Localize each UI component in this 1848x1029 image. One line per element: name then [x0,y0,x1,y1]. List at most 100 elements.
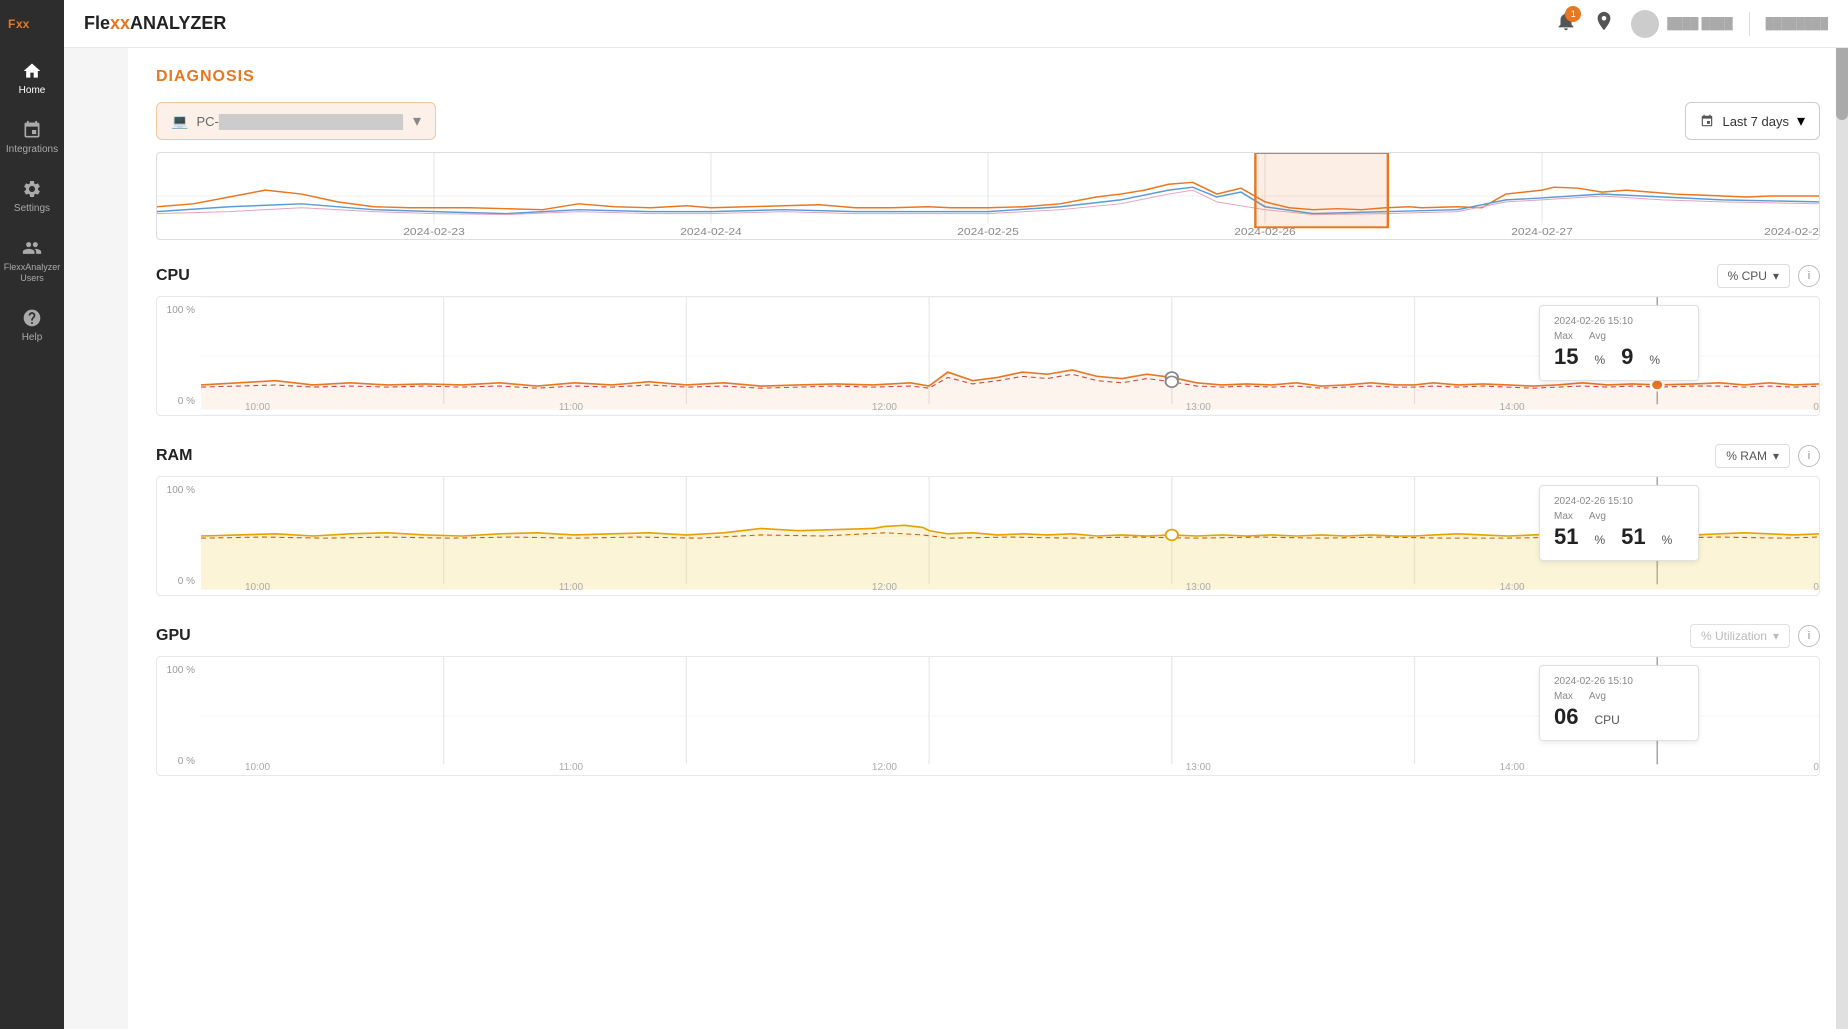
gpu-metric-selector[interactable]: % Utilization ▾ [1690,624,1790,648]
svg-text:2024-02-26: 2024-02-26 [1234,227,1296,238]
ram-metric-chevron: ▾ [1773,449,1779,463]
cpu-tooltip-max-val: 15 [1554,344,1578,370]
gpu-chart-title: GPU [156,627,191,645]
cpu-y-min: 0 % [163,396,195,407]
sidebar-logo-area: F xx [0,0,64,49]
sidebar-label-settings: Settings [14,203,50,214]
ram-marker [1166,530,1178,541]
gpu-info-button[interactable]: i [1798,625,1820,647]
cpu-time-4: 14:00 [1500,402,1525,413]
cpu-y-max: 100 % [163,305,195,316]
overview-chart[interactable]: 2024-02-23 2024-02-24 2024-02-25 2024-02… [156,152,1820,240]
gpu-time-3: 13:00 [1186,762,1211,773]
ram-tooltip-avg-unit: % [1662,533,1673,547]
ram-y-axis: 100 % 0 % [157,477,201,595]
main-content: DIAGNOSIS 💻 PC-████████████████████ ▾ La… [128,48,1848,1029]
gpu-tooltip-max-unit: CPU [1594,713,1619,727]
cpu-end-dot [1651,380,1663,391]
cpu-time-5: 0 [1813,402,1819,413]
gpu-y-max: 100 % [163,665,195,676]
gpu-tooltip-avg-label: Avg [1589,691,1606,702]
cpu-chart-section: CPU % CPU ▾ i 100 % 0 % [156,264,1820,416]
cpu-tooltip-avg-label: Avg [1589,331,1606,342]
ram-time-2: 12:00 [872,582,897,593]
cpu-plot: 10:00 11:00 12:00 13:00 14:00 0 2024-02-… [201,297,1819,415]
svg-text:2024-02-27: 2024-02-27 [1511,227,1573,238]
topnav-left: FlexxANALYZER [84,13,226,34]
ram-tooltip-max-unit: % [1594,533,1605,547]
cpu-metric-selector[interactable]: % CPU ▾ [1717,264,1790,288]
ram-tooltip-avg-val: 51 [1621,524,1645,550]
overview-selection [1255,153,1387,227]
ram-chart-header: RAM % RAM ▾ i [156,444,1820,468]
sidebar-label-users: FlexxAnalyzer Users [0,262,64,284]
calendar-icon [1700,114,1714,128]
date-range-label: Last 7 days [1722,114,1789,129]
gpu-tooltip: 2024-02-26 15:10 Max Avg 06 CPU [1539,665,1699,741]
sidebar-label-help: Help [22,332,43,343]
nav-extra-link[interactable]: ████████ [1766,18,1828,30]
svg-text:2024-02-24: 2024-02-24 [680,227,742,238]
date-range-selector[interactable]: Last 7 days ▾ [1685,102,1820,140]
cpu-metric-chevron: ▾ [1773,269,1779,283]
gpu-chart-area: 100 % 0 % 10:00 11:00 1 [156,656,1820,776]
cpu-tooltip-avg-val: 9 [1621,344,1633,370]
svg-text:xx: xx [16,17,30,31]
ram-metric-selector[interactable]: % RAM ▾ [1715,444,1790,468]
cpu-chart-title: CPU [156,267,190,285]
ram-chart-title: RAM [156,447,192,465]
nav-divider [1749,12,1750,36]
cpu-info-button[interactable]: i [1798,265,1820,287]
svg-text:2024-02-23: 2024-02-23 [403,227,465,238]
cpu-time-1: 11:00 [559,402,583,413]
page-title: DIAGNOSIS [156,68,1820,86]
gpu-tooltip-max-label: Max [1554,691,1573,702]
sidebar-item-settings[interactable]: Settings [0,167,64,226]
gpu-metric-label: % Utilization [1701,629,1767,643]
sidebar-item-help[interactable]: Help [0,296,64,355]
ram-time-1: 11:00 [559,582,583,593]
sidebar: F xx Home Integrations Settings FlexxAna… [0,0,64,1029]
sidebar-label-integrations: Integrations [6,144,58,155]
device-selector[interactable]: 💻 PC-████████████████████ ▾ [156,102,436,140]
gpu-time-4: 14:00 [1500,762,1525,773]
notification-bell[interactable]: 1 [1555,10,1577,37]
ram-tooltip-max-val: 51 [1554,524,1578,550]
ram-chart-area: 100 % 0 % [156,476,1820,596]
ram-info-button[interactable]: i [1798,445,1820,467]
ram-y-max: 100 % [163,485,195,496]
gpu-tooltip-date: 2024-02-26 15:10 [1554,676,1684,687]
cpu-time-3: 13:00 [1186,402,1211,413]
app-logo: FlexxANALYZER [84,13,226,34]
gpu-tooltip-max-val: 06 [1554,704,1578,730]
device-icon: 💻 [171,113,188,130]
gpu-y-axis: 100 % 0 % [157,657,201,775]
gpu-chart-header: GPU % Utilization ▾ i [156,624,1820,648]
sidebar-item-home[interactable]: Home [0,49,64,108]
cpu-tooltip-date: 2024-02-26 15:10 [1554,316,1684,327]
gpu-chart-section: GPU % Utilization ▾ i 100 % 0 % [156,624,1820,776]
ram-tooltip: 2024-02-26 15:10 Max Avg 51 % 51 % [1539,485,1699,561]
cpu-chart-area: 100 % 0 % [156,296,1820,416]
cpu-y-axis: 100 % 0 % [157,297,201,415]
date-chevron-icon: ▾ [1797,111,1805,131]
cpu-tooltip-max-label: Max [1554,331,1573,342]
gpu-time-1: 11:00 [559,762,583,773]
scrollbar-track[interactable] [1836,0,1848,1029]
ram-time-3: 13:00 [1186,582,1211,593]
sidebar-item-users[interactable]: FlexxAnalyzer Users [0,226,64,296]
ram-time-4: 14:00 [1500,582,1525,593]
gpu-time-5: 0 [1813,762,1819,773]
ram-tooltip-date: 2024-02-26 15:10 [1554,496,1684,507]
cpu-time-labels: 10:00 11:00 12:00 13:00 14:00 0 [245,402,1819,413]
cpu-time-0: 10:00 [245,402,270,413]
ram-y-min: 0 % [163,576,195,587]
svg-text:2024-02-28: 2024-02-28 [1764,227,1819,238]
ram-chart-section: RAM % RAM ▾ i 100 % 0 % [156,444,1820,596]
user-info[interactable]: ████ ████ [1631,10,1732,38]
ram-metric-label: % RAM [1726,449,1767,463]
overview-svg: 2024-02-23 2024-02-24 2024-02-25 2024-02… [157,153,1819,239]
gpu-time-0: 10:00 [245,762,270,773]
sidebar-item-integrations[interactable]: Integrations [0,108,64,167]
ram-time-0: 10:00 [245,582,270,593]
